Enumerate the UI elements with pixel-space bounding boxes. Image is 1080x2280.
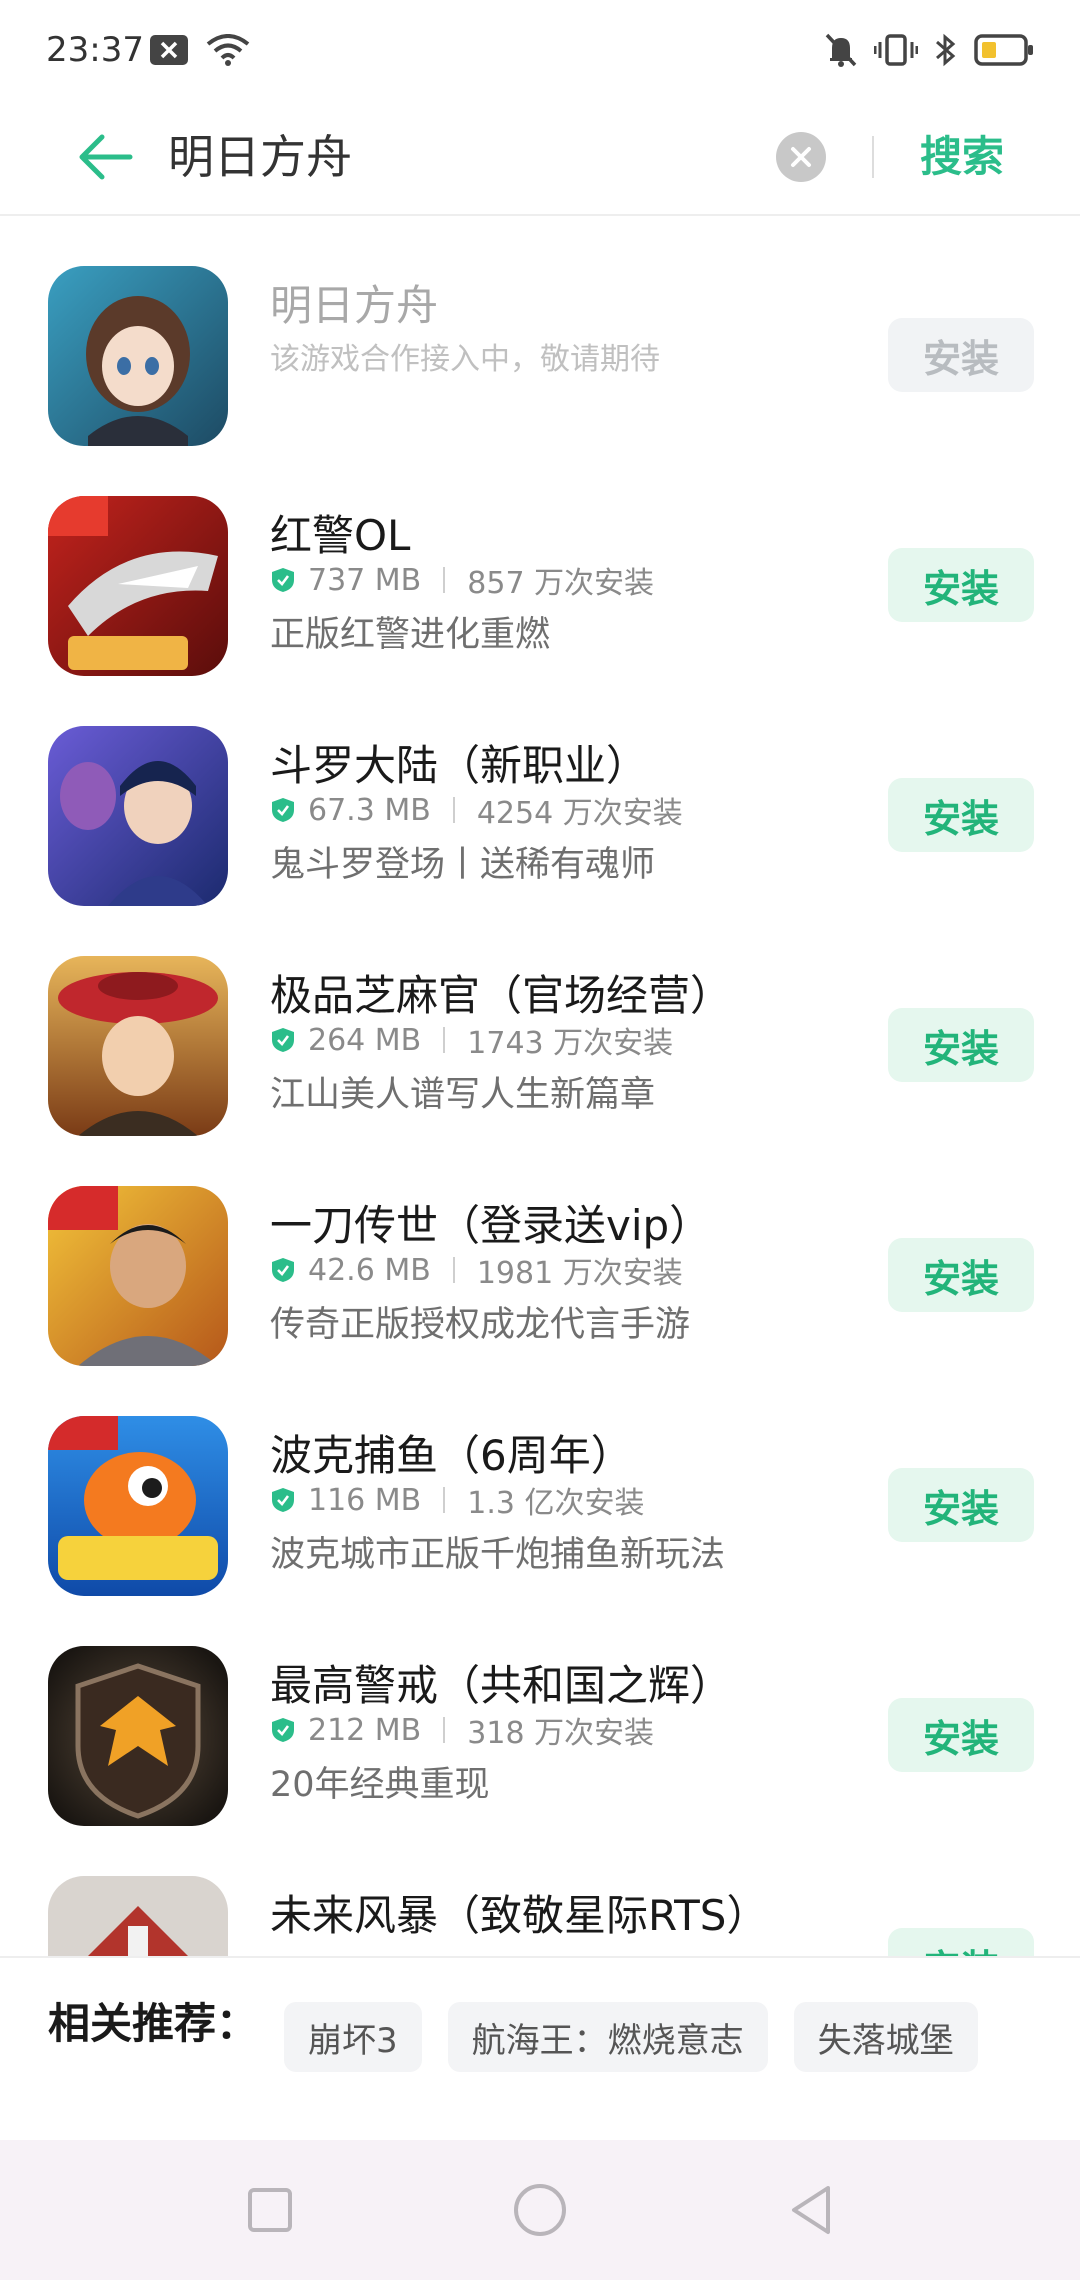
triangle-back-icon [792, 2186, 830, 2234]
app-description: 20年经典重现 [270, 1765, 490, 1805]
related-tag[interactable]: 失落城堡 [793, 2002, 978, 2072]
install-button[interactable]: 安装 [888, 1238, 1034, 1312]
app-installs: 1743 万次安装 [467, 1026, 674, 1061]
app-size: 42.6 MB [308, 1252, 431, 1288]
app-icon [48, 726, 228, 906]
app-size: 212 MB [308, 1712, 422, 1748]
app-name: 波克捕鱼（6周年） [270, 1431, 633, 1480]
meta-divider [443, 1027, 446, 1053]
app-icon [48, 1876, 228, 1956]
app-meta: 116 MB 1.3 亿次安装 [270, 1478, 645, 1522]
app-description: 波克城市正版千炮捕鱼新玩法 [270, 1535, 726, 1575]
notification-icon [150, 35, 188, 69]
app-meta: 212 MB 318 万次安装 [270, 1708, 654, 1752]
divider [872, 136, 874, 178]
install-button[interactable]: 安装 [888, 1698, 1034, 1772]
list-item[interactable]: 一刀传世（登录送vip） 42.6 MB 1981 万次安装 传奇正版授权成龙代… [0, 1136, 1080, 1366]
app-name: 最高警戒（共和国之辉） [270, 1661, 733, 1710]
app-name: 明日方舟 [270, 281, 439, 330]
app-installs: 1981 万次安装 [476, 1256, 683, 1291]
search-input[interactable]: 明日方舟 [168, 122, 352, 192]
list-item[interactable]: 波克捕鱼（6周年） 116 MB 1.3 亿次安装 波克城市正版千炮捕鱼新玩法 … [0, 1366, 1080, 1596]
status-time: 23:37 [46, 30, 144, 70]
install-button[interactable]: 安装 [888, 1468, 1034, 1542]
app-icon [48, 1646, 228, 1826]
install-button[interactable]: 安装 [888, 1008, 1034, 1082]
verified-icon [272, 1258, 294, 1282]
circle-icon [514, 2184, 566, 2236]
search-button[interactable]: 搜索 [920, 122, 1004, 192]
app-description: 江山美人谱写人生新篇章 [270, 1075, 656, 1115]
meta-divider [452, 1257, 455, 1283]
meta-divider [443, 1717, 446, 1743]
related-recommendations: 相关推荐： 崩坏3 航海王：燃烧意志 失落城堡 [0, 1956, 1080, 2076]
meta-divider [443, 567, 446, 593]
app-name: 斗罗大陆（新职业） [270, 741, 649, 790]
related-label: 相关推荐： [48, 1999, 259, 2048]
battery-icon [974, 33, 1034, 71]
meta-divider [452, 797, 455, 823]
app-icon [48, 1186, 228, 1366]
app-installs: 857 万次安装 [467, 566, 655, 601]
verified-icon [272, 798, 294, 822]
install-button[interactable]: 安装 [888, 778, 1034, 852]
install-button[interactable]: 安装 [888, 548, 1034, 622]
meta-divider [443, 1487, 446, 1513]
app-size: 737 MB [308, 562, 422, 598]
app-name: 极品芝麻官（官场经营） [270, 971, 733, 1020]
list-item[interactable]: 斗罗大陆（新职业） 67.3 MB 4254 万次安装 鬼斗罗登场丨送稀有魂师 … [0, 676, 1080, 906]
list-item[interactable]: 极品芝麻官（官场经营） 264 MB 1743 万次安装 江山美人谱写人生新篇章… [0, 906, 1080, 1136]
related-tags: 崩坏3 航海王：燃烧意志 失落城堡 [284, 2002, 978, 2072]
app-installs: 318 万次安装 [467, 1716, 655, 1751]
verified-icon [272, 1718, 294, 1742]
clear-button[interactable] [776, 132, 826, 182]
close-icon [791, 147, 811, 167]
install-button[interactable]: 安装 [888, 1928, 1034, 1956]
list-item[interactable]: 未来风暴（致敬星际RTS） 安装 [0, 1826, 1080, 1956]
square-icon [248, 2188, 292, 2232]
app-description: 该游戏合作接入中，敬请期待 [270, 342, 660, 377]
result-list: 明日方舟 该游戏合作接入中，敬请期待 安装 红警OL 737 MB 857 万次… [0, 216, 1080, 1956]
app-icon [48, 1416, 228, 1596]
home-button[interactable] [510, 2180, 570, 2240]
vibrate-icon [873, 33, 919, 71]
navigation-bar [0, 2140, 1080, 2280]
mute-icon [824, 32, 858, 72]
app-icon [48, 496, 228, 676]
list-item[interactable]: 最高警戒（共和国之辉） 212 MB 318 万次安装 20年经典重现 安装 [0, 1596, 1080, 1826]
app-meta: 67.3 MB 4254 万次安装 [270, 788, 683, 832]
install-button[interactable]: 安装 [888, 318, 1034, 392]
app-meta: 264 MB 1743 万次安装 [270, 1018, 673, 1062]
recents-button[interactable] [240, 2180, 300, 2240]
verified-icon [272, 1028, 294, 1052]
app-name: 一刀传世（登录送vip） [270, 1201, 712, 1250]
app-installs: 4254 万次安装 [476, 796, 683, 831]
app-name: 未来风暴（致敬星际RTS） [270, 1891, 769, 1940]
related-tag[interactable]: 航海王：燃烧意志 [447, 2002, 768, 2072]
app-description: 正版红警进化重燃 [270, 615, 551, 655]
related-tag[interactable]: 崩坏3 [284, 2002, 422, 2072]
app-meta: 42.6 MB 1981 万次安装 [270, 1248, 683, 1292]
back-nav-button[interactable] [780, 2180, 840, 2240]
wifi-icon [206, 34, 250, 70]
app-size: 116 MB [308, 1482, 422, 1518]
app-description: 鬼斗罗登场丨送稀有魂师 [270, 845, 656, 885]
search-bar: 明日方舟 搜索 [0, 100, 1080, 216]
app-icon [48, 266, 228, 446]
app-size: 67.3 MB [308, 792, 431, 828]
verified-icon [272, 568, 294, 592]
app-installs: 1.3 亿次安装 [467, 1486, 645, 1521]
list-item[interactable]: 红警OL 737 MB 857 万次安装 正版红警进化重燃 安装 [0, 446, 1080, 676]
app-size: 264 MB [308, 1022, 422, 1058]
app-icon [48, 956, 228, 1136]
back-button[interactable] [72, 122, 142, 192]
bluetooth-icon [934, 32, 958, 72]
verified-icon [272, 1488, 294, 1512]
status-bar: 23:37 [0, 0, 1080, 100]
app-name: 红警OL [270, 511, 411, 560]
app-meta: 737 MB 857 万次安装 [270, 558, 654, 602]
back-arrow-icon [79, 134, 133, 180]
list-item[interactable]: 明日方舟 该游戏合作接入中，敬请期待 安装 [0, 216, 1080, 446]
app-description: 传奇正版授权成龙代言手游 [270, 1305, 691, 1345]
